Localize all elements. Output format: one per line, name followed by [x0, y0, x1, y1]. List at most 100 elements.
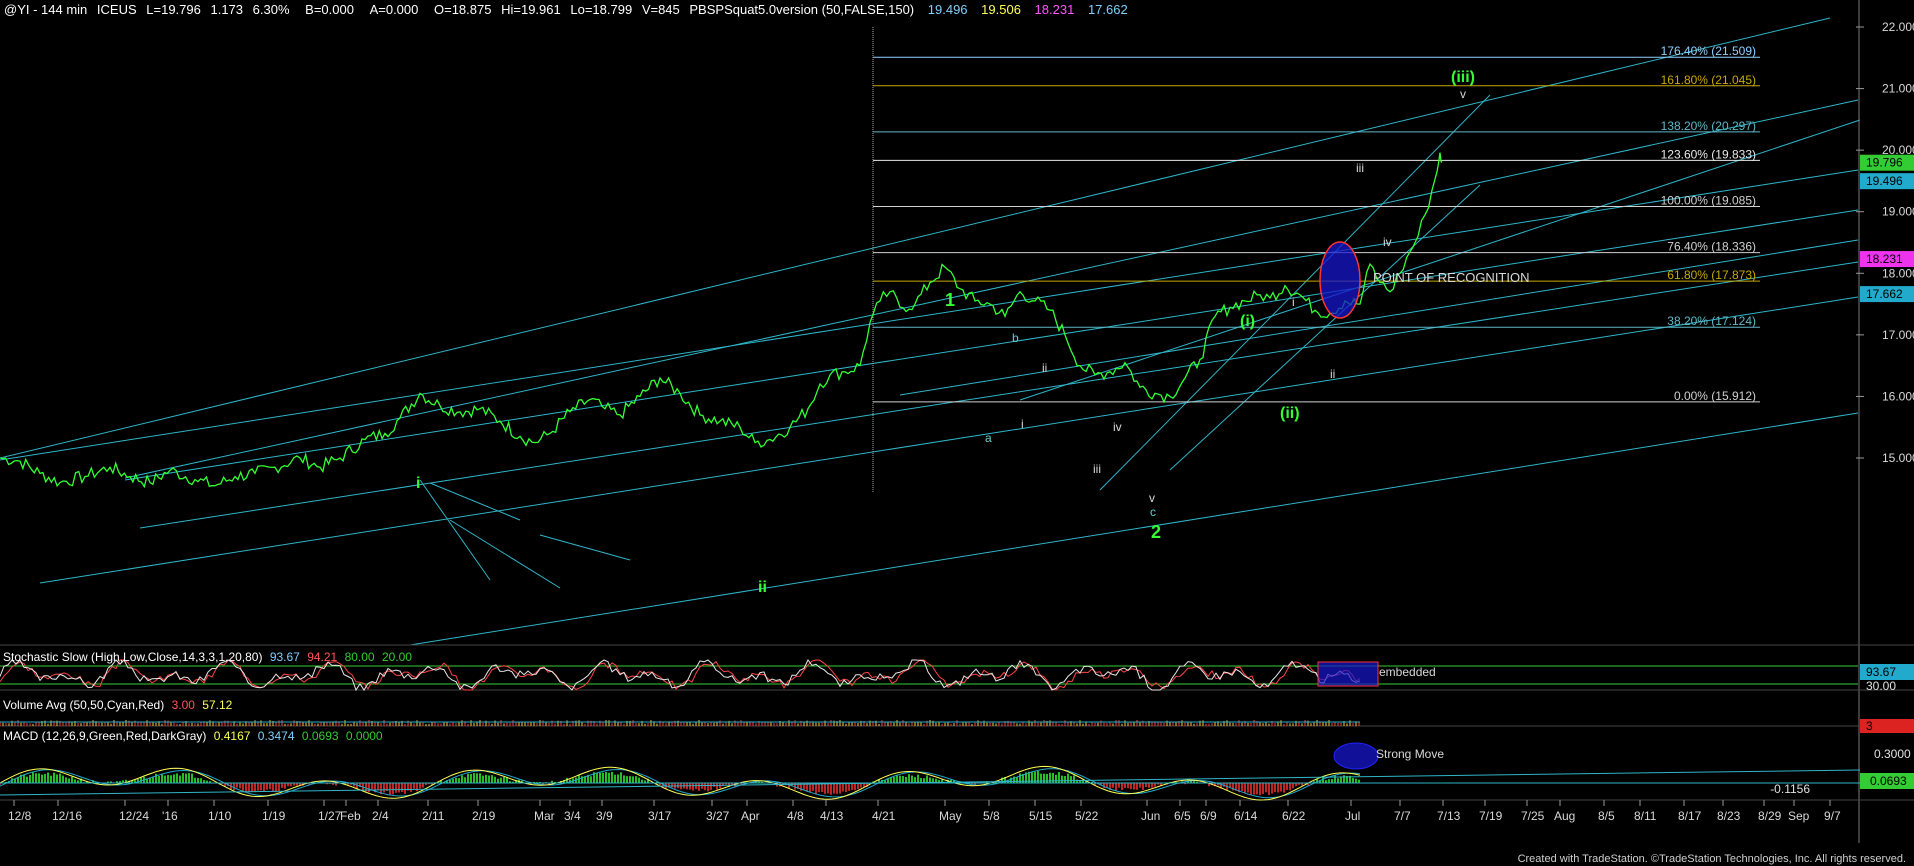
indicator-value-1: 19.496: [927, 2, 968, 17]
y-tick-label: 17.000: [1882, 328, 1914, 342]
fib-level-label: 38.20% (17.124): [1667, 314, 1756, 328]
point-of-recognition-label: POINT OF RECOGNITION: [1373, 270, 1530, 285]
stoch-badge-label: 30.00: [1866, 679, 1896, 693]
bid-price: B=0.000: [305, 2, 354, 17]
volume-v2: 57.12: [202, 698, 233, 712]
embedded-label: embedded: [1379, 665, 1436, 679]
x-tick-label: Apr: [741, 809, 760, 823]
wave-label: b: [1012, 331, 1019, 345]
x-tick-label: 8/5: [1598, 809, 1615, 823]
x-tick-label: 3/9: [596, 809, 613, 823]
wave-label: iv: [1383, 235, 1392, 249]
embedded-highlight-box: [1317, 661, 1379, 687]
channel-line: [124, 99, 1859, 479]
macd-axis-label: 0.3000: [1874, 747, 1911, 761]
x-tick-label: 4/8: [787, 809, 804, 823]
indicator-value-3: 18.231: [1034, 2, 1075, 17]
wave-label: i: [1021, 417, 1024, 431]
y-tick-label: 15.000: [1882, 451, 1914, 465]
x-tick-label: 1/19: [262, 809, 286, 823]
wave-label: v: [1149, 491, 1155, 505]
macd-v3: 0.0693: [301, 729, 339, 743]
macd-title-row: MACD (12,26,9,Green,Red,DarkGray) 0.4167…: [3, 729, 383, 743]
stochastic-v4: 20.00: [381, 650, 412, 664]
wave-label: iii: [1093, 462, 1101, 476]
fib-level-label: 161.80% (21.045): [1661, 73, 1756, 87]
strong-move-oval: [1333, 742, 1379, 770]
x-tick-label: 6/9: [1200, 809, 1217, 823]
x-tick-label: 5/8: [983, 809, 1000, 823]
x-tick-label: Mar: [534, 809, 555, 823]
macd-v2: 0.3474: [257, 729, 295, 743]
indicator-value-2: 19.506: [981, 2, 1021, 17]
y-tick-label: 21.000: [1882, 82, 1914, 96]
x-tick-label: 3/27: [706, 809, 730, 823]
volume-title-row: Volume Avg (50,50,Cyan,Red) 3.00 57.12: [3, 698, 232, 712]
x-tick-label: 4/13: [820, 809, 844, 823]
y-tick-label: 22.000: [1882, 20, 1914, 34]
x-tick-label: 8/29: [1758, 809, 1782, 823]
x-tick-label: 8/11: [1634, 809, 1657, 823]
macd-title: MACD (12,26,9,Green,Red,DarkGray): [3, 729, 207, 743]
high-price: Hi=19.961: [501, 2, 561, 17]
ask-price: A=0.000: [369, 2, 419, 17]
last-price: L=19.796: [146, 2, 201, 17]
x-tick-label: 7/7: [1394, 809, 1411, 823]
y-tick-label: 19.000: [1882, 205, 1914, 219]
price-badge-label: 19.496: [1866, 174, 1903, 188]
fib-level-label: 61.80% (17.873): [1667, 268, 1756, 282]
x-tick-label: 7/25: [1521, 809, 1545, 823]
low-price: Lo=18.799: [570, 2, 633, 17]
x-tick-label: 5/22: [1075, 809, 1099, 823]
stoch-fast-line: [0, 659, 1361, 692]
point-of-recognition-oval: [1319, 241, 1361, 319]
x-tick-label: 5/15: [1029, 809, 1053, 823]
x-tick-label: 12/16: [52, 809, 82, 823]
stochastic-v2: 94.21: [307, 650, 338, 664]
fib-level-label: 176.40% (21.509): [1661, 44, 1756, 58]
x-tick-label: 1/27: [318, 809, 342, 823]
wave-label: i: [416, 475, 420, 492]
macd-neg-label: -0.1156: [1770, 782, 1810, 796]
x-tick-label: Feb: [340, 809, 361, 823]
symbol-label: @YI - 144 min: [4, 2, 88, 17]
wave-label: iv: [1113, 420, 1122, 434]
wave-label: (ii): [1280, 405, 1300, 422]
channel-line: [539, 534, 631, 561]
fib-level-label: 0.00% (15.912): [1674, 389, 1756, 403]
x-tick-label: Jun: [1141, 809, 1160, 823]
wave-label: (i): [1240, 313, 1255, 330]
wave-label: 1: [945, 290, 955, 310]
price-badge-label: 17.662: [1866, 287, 1903, 301]
stochastic-v1: 93.67: [269, 650, 300, 664]
x-tick-label: 12/8: [8, 809, 32, 823]
fib-level-label: 123.60% (19.833): [1661, 147, 1756, 161]
channel-line: [39, 296, 1859, 584]
wave-label: c: [1150, 505, 1156, 519]
x-tick-label: 12/24: [119, 809, 149, 823]
x-tick-label: 7/13: [1437, 809, 1461, 823]
x-tick-label: 2/4: [372, 809, 389, 823]
volume-badge-label: 3: [1866, 719, 1873, 733]
chart-header: @YI - 144 min ICEUS L=19.796 1.173 6.30%…: [4, 2, 1128, 17]
x-tick-label: 3/4: [564, 809, 581, 823]
x-tick-label: 6/14: [1234, 809, 1258, 823]
stochastic-v3: 80.00: [344, 650, 375, 664]
price-badge-label: 18.231: [1866, 252, 1903, 266]
price-series-line: [0, 152, 1443, 489]
wave-label: i: [1292, 295, 1295, 309]
indicator-name: PBSPSquat5.0version (50,FALSE,150): [689, 2, 915, 17]
channel-line: [449, 519, 561, 589]
wave-label: ii: [1330, 367, 1335, 381]
wave-label: ii: [1042, 361, 1047, 375]
volume-value: V=845: [641, 2, 680, 17]
x-tick-label: 6/5: [1174, 809, 1191, 823]
x-tick-label: 2/19: [472, 809, 496, 823]
channel-line: [419, 479, 491, 581]
y-tick-label: 16.000: [1882, 389, 1914, 403]
stochastic-title: Stochastic Slow (High,Low,Close,14,3,3,1…: [3, 650, 263, 664]
x-tick-label: 8/23: [1717, 809, 1741, 823]
stoch-badge-label: 93.67: [1866, 665, 1896, 679]
x-tick-label: Sep: [1788, 809, 1810, 823]
x-tick-label: 8/17: [1678, 809, 1702, 823]
